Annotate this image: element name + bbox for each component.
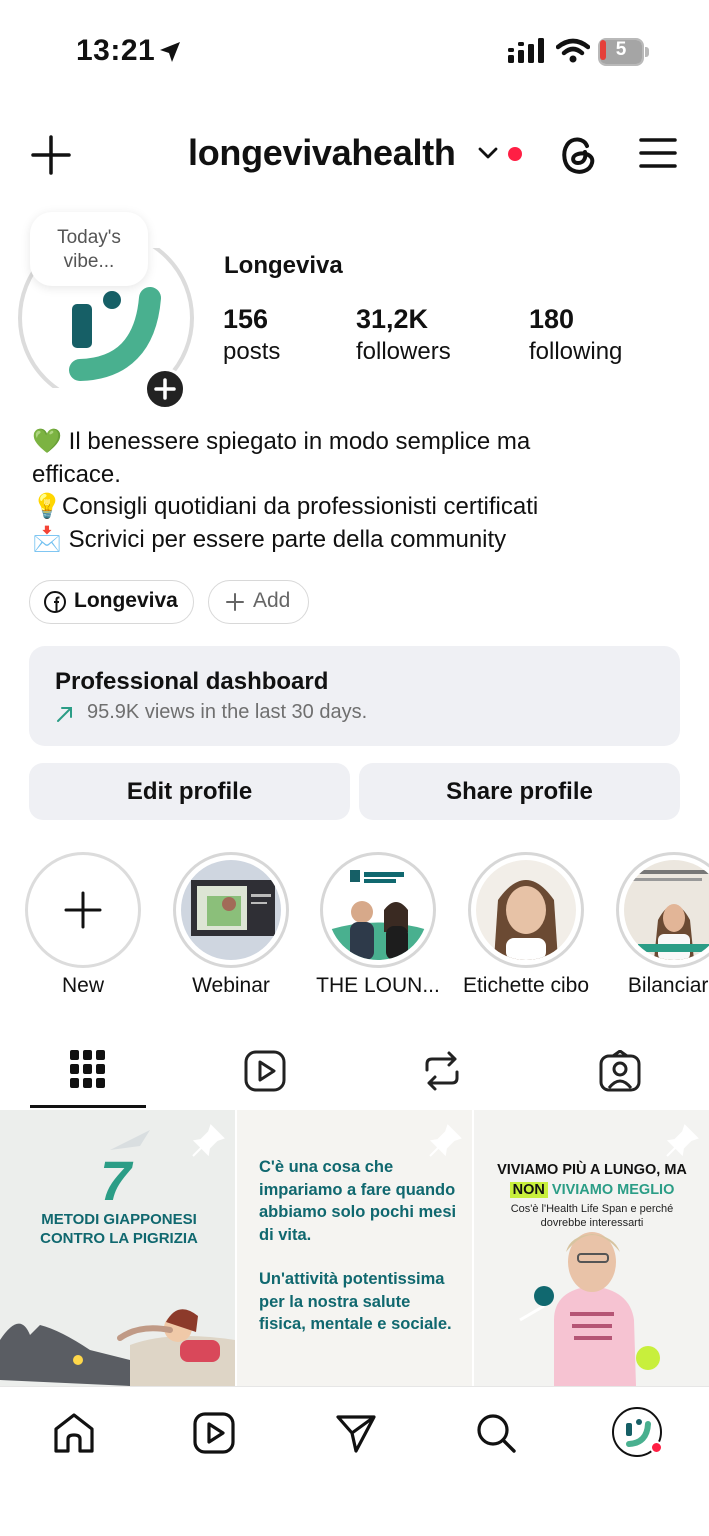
edit-profile-button[interactable]: Edit profile xyxy=(29,763,350,820)
stat-number: 156 xyxy=(223,304,269,334)
dashboard-title: Professional dashboard xyxy=(55,668,329,695)
share-profile-button[interactable]: Share profile xyxy=(359,763,680,820)
tagged-person-icon xyxy=(599,1050,641,1092)
stat-followers[interactable]: 31,2K followers xyxy=(356,302,451,368)
add-link-chip[interactable]: Add xyxy=(208,580,309,624)
display-name: Longeviva xyxy=(224,252,343,279)
profile-header: longevivahealth xyxy=(0,120,709,190)
highlight-cover xyxy=(476,860,576,960)
stat-label: posts xyxy=(223,338,281,365)
highlight-label: Bilanciare xyxy=(627,974,709,997)
post-paragraph: C'è una cosa che impariamo a fare quando… xyxy=(259,1158,457,1244)
post-subtitle: Cos'è l'Health Life Span e perché dovreb… xyxy=(510,1203,674,1229)
post-number: 7 xyxy=(100,1149,132,1212)
pin-icon xyxy=(192,1124,225,1157)
pin-icon xyxy=(429,1124,462,1157)
create-plus-icon[interactable] xyxy=(30,134,72,176)
post-tile[interactable]: 7 METODI GIAPPONESI CONTRO LA PIGRIZIA xyxy=(0,1110,235,1386)
dashboard-subtitle: 95.9K views in the last 30 days. xyxy=(87,701,368,723)
tab-grid[interactable] xyxy=(29,1040,147,1108)
plus-icon xyxy=(226,593,244,611)
reposts-icon xyxy=(425,1051,459,1091)
stat-label: followers xyxy=(356,338,451,365)
battery-indicator: 5 xyxy=(598,38,650,66)
account-username[interactable]: longevivahealth xyxy=(188,132,456,174)
status-time: 13:21 xyxy=(76,34,156,67)
facebook-icon xyxy=(44,591,66,613)
highlight-label: New xyxy=(61,974,104,997)
green-heart-icon: 💚 xyxy=(32,428,62,455)
stat-posts[interactable]: 156 posts xyxy=(223,302,280,368)
stat-number: 31,2K xyxy=(356,304,429,334)
post-text: C'è una cosa che impariamo a fare quando… xyxy=(259,1156,459,1358)
tab-tagged[interactable] xyxy=(561,1040,679,1108)
grid-icon xyxy=(70,1050,105,1088)
active-tab-indicator xyxy=(30,1105,146,1108)
note-text-line2: vibe... xyxy=(63,251,115,272)
stat-number: 180 xyxy=(529,304,575,334)
tab-reels[interactable] xyxy=(206,1040,324,1108)
notification-dot xyxy=(508,147,522,161)
home-icon[interactable] xyxy=(52,1411,96,1455)
note-text-line1: Today's xyxy=(57,227,121,248)
add-link-label: Add xyxy=(253,589,291,612)
bio-line: 💚 Il benessere spiegato in modo semplice… xyxy=(32,426,692,459)
battery-level: 5 xyxy=(615,39,627,60)
send-message-icon[interactable] xyxy=(334,1411,378,1455)
bottom-navigation xyxy=(0,1386,709,1536)
note-bubble[interactable]: Today's vibe... xyxy=(30,212,148,286)
stat-following[interactable]: 180 following xyxy=(529,302,622,368)
bio-line: 📩 Scrivici per essere parte della commun… xyxy=(32,524,692,557)
notification-dot xyxy=(650,1441,663,1454)
facebook-link-label: Longeviva xyxy=(74,589,178,612)
highlight-label: Etichette cibo xyxy=(462,974,590,997)
highlight-label: THE LOUN... xyxy=(316,974,440,997)
post-caption: METODI GIAPPONESI CONTRO LA PIGRIZIA xyxy=(40,1211,198,1247)
reels-icon[interactable] xyxy=(192,1411,236,1455)
trend-up-arrow-icon xyxy=(57,707,72,722)
profile-bio: 💚 Il benessere spiegato in modo semplice… xyxy=(32,426,692,556)
status-bar: 13:21 5 xyxy=(0,0,709,100)
search-icon[interactable] xyxy=(474,1411,518,1455)
post-tile[interactable]: VIVIAMO PIÙ A LUNGO, MA NON VIVIAMO MEGL… xyxy=(474,1110,709,1386)
post-tile[interactable]: C'è una cosa che impariamo a fare quando… xyxy=(237,1110,472,1386)
reels-icon xyxy=(244,1050,286,1092)
bio-line: efficace. xyxy=(32,460,121,488)
highlight-cover xyxy=(181,860,281,960)
stat-label: following xyxy=(529,338,623,365)
posts-grid: 7 METODI GIAPPONESI CONTRO LA PIGRIZIA C… xyxy=(0,1110,709,1386)
add-story-button[interactable] xyxy=(144,368,186,410)
lightbulb-icon: 💡 xyxy=(32,493,62,520)
plus-icon xyxy=(154,378,176,400)
post-title: VIVIAMO PIÙ A LUNGO, MA NON VIVIAMO MEGL… xyxy=(497,1162,687,1198)
cellular-signal-icon xyxy=(508,38,544,63)
envelope-icon: 📩 xyxy=(32,525,62,553)
post-paragraph: Un'attività potentissima per la nostra s… xyxy=(259,1270,452,1333)
menu-hamburger-icon[interactable] xyxy=(638,136,678,170)
plus-icon xyxy=(64,891,102,929)
facebook-link-chip[interactable]: Longeviva xyxy=(29,580,194,624)
tab-reposts[interactable] xyxy=(383,1040,501,1108)
pin-icon xyxy=(666,1124,699,1157)
highlight-label: Webinar xyxy=(192,974,270,997)
bio-line: 💡Consigli quotidiani da professionisti c… xyxy=(32,491,692,524)
threads-icon[interactable] xyxy=(558,132,598,176)
profile-content-tabs xyxy=(0,1040,709,1108)
professional-dashboard[interactable]: Professional dashboard 95.9K views in th… xyxy=(29,646,680,746)
highlight-cover xyxy=(328,860,428,960)
chevron-down-icon[interactable] xyxy=(478,146,498,160)
wifi-icon xyxy=(556,38,590,63)
location-arrow-icon xyxy=(160,42,180,62)
